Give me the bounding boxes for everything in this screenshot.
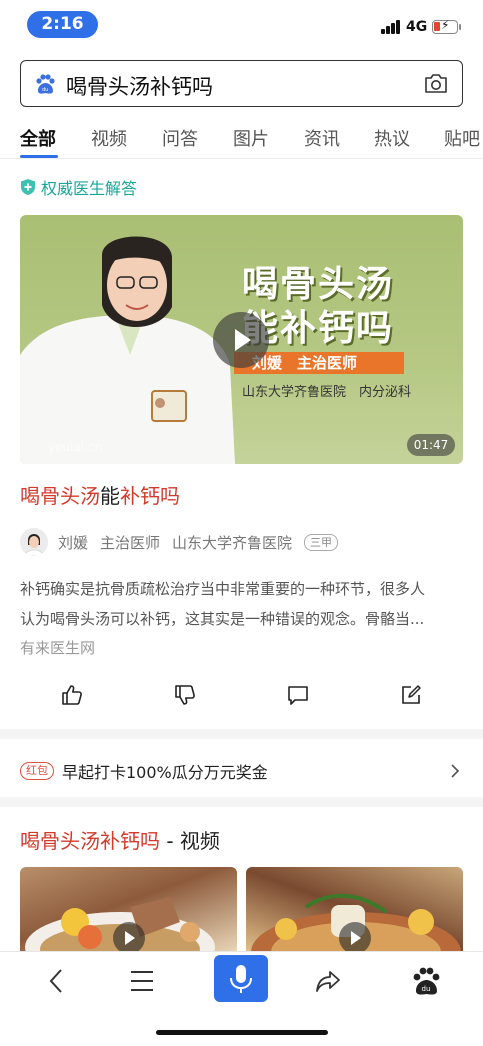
- video-thumbnail[interactable]: [20, 867, 237, 952]
- section-divider: [0, 797, 483, 807]
- doctor-name: 刘媛: [58, 533, 89, 552]
- menu-icon[interactable]: [127, 966, 157, 996]
- camera-icon[interactable]: [424, 72, 448, 94]
- result-actions: [0, 682, 483, 710]
- chevron-right-icon: [451, 764, 460, 778]
- doctor-hospital: 山东大学齐鲁医院: [172, 533, 293, 552]
- video-duration: 01:47: [407, 434, 455, 456]
- video-hospital: 山东大学齐鲁医院 内分泌科: [242, 385, 412, 400]
- comment-icon[interactable]: [287, 684, 309, 706]
- battery-icon: ⚡: [432, 18, 458, 34]
- tab-active-indicator: [20, 155, 58, 158]
- voice-search-button[interactable]: [214, 955, 268, 1002]
- promo-text: 早起打卡100%瓜分万元奖金: [62, 763, 268, 782]
- video-section-suffix: - 视频: [160, 829, 220, 853]
- share-icon[interactable]: [313, 966, 343, 996]
- promo-banner[interactable]: 红包 早起打卡100%瓜分万元奖金: [20, 756, 463, 786]
- thumbs-down-icon[interactable]: [174, 684, 196, 706]
- snippet-line-2: 认为喝骨头汤可以补钙，这其实是一种错误的观念。骨骼当...: [20, 610, 425, 628]
- battery-cap: [459, 24, 461, 30]
- doctor-title: 主治医师: [100, 533, 161, 552]
- video-player[interactable]: 喝骨头汤 能补钙吗 刘媛 主治医师 山东大学齐鲁医院 内分泌科 youlai.c…: [20, 215, 463, 464]
- svg-text:du: du: [42, 87, 48, 93]
- play-icon[interactable]: [113, 922, 145, 952]
- result-source: 有来医生网: [20, 639, 96, 657]
- hospital-tier-badge: 三甲: [304, 533, 339, 551]
- home-indicator: [156, 1030, 328, 1035]
- status-bar: 2:16 4G ⚡: [0, 0, 483, 48]
- signal-icon: [381, 20, 403, 34]
- microphone-icon: [230, 965, 252, 993]
- doctor-portrait: [20, 236, 235, 464]
- tab-news[interactable]: 资讯: [304, 125, 340, 151]
- authority-tag: 权威医生解答: [20, 176, 137, 198]
- video-thumbnail[interactable]: [246, 867, 463, 952]
- tab-qa[interactable]: 问答: [162, 125, 198, 151]
- result-snippet[interactable]: 补钙确实是抗骨质疏松治疗当中非常重要的一种环节，很多人 认为喝骨头汤可以补钙，这…: [20, 574, 465, 634]
- play-icon[interactable]: [339, 922, 371, 952]
- doctor-avatar: [20, 528, 48, 556]
- snippet-line-1: 补钙确实是抗骨质疏松治疗当中非常重要的一种环节，很多人: [20, 580, 426, 598]
- promo-badge: 红包: [20, 762, 54, 780]
- title-plain: 能: [100, 484, 120, 508]
- authority-tag-label: 权威医生解答: [41, 179, 138, 198]
- tab-images[interactable]: 图片: [233, 125, 269, 151]
- video-section-highlight: 喝骨头汤补钙吗: [20, 829, 160, 853]
- status-time[interactable]: 2:16: [27, 11, 98, 38]
- baidu-paw-icon: du: [36, 74, 55, 94]
- svg-text:du: du: [422, 985, 431, 993]
- video-section-title[interactable]: 喝骨头汤补钙吗 - 视频: [20, 825, 220, 854]
- baidu-paw-icon[interactable]: du: [411, 966, 441, 996]
- result-title-link[interactable]: 喝骨头汤能补钙吗: [20, 480, 180, 509]
- tab-tieba[interactable]: 贴吧: [444, 125, 480, 151]
- doctor-meta[interactable]: 刘媛 主治医师 山东大学齐鲁医院 三甲: [20, 527, 350, 557]
- back-icon[interactable]: [42, 966, 72, 996]
- edit-icon[interactable]: [400, 684, 422, 706]
- title-highlight-2: 补钙吗: [120, 484, 180, 508]
- shield-plus-icon: [21, 179, 35, 195]
- section-divider: [0, 729, 483, 739]
- network-label: 4G: [406, 19, 428, 35]
- video-watermark: youlai.cn: [48, 440, 103, 454]
- thumbs-up-icon[interactable]: [61, 684, 83, 706]
- tab-all[interactable]: 全部: [20, 125, 56, 151]
- bottom-nav: du: [0, 951, 483, 1046]
- play-icon[interactable]: [213, 312, 269, 368]
- tab-discussion[interactable]: 热议: [374, 125, 410, 151]
- tab-video[interactable]: 视频: [91, 125, 127, 151]
- search-input[interactable]: 喝骨头汤补钙吗: [66, 71, 213, 101]
- search-tabs: 全部 视频 问答 图片 资讯 热议 贴吧: [0, 117, 483, 159]
- search-box[interactable]: du 喝骨头汤补钙吗: [20, 60, 463, 107]
- title-highlight-1: 喝骨头汤: [20, 484, 100, 508]
